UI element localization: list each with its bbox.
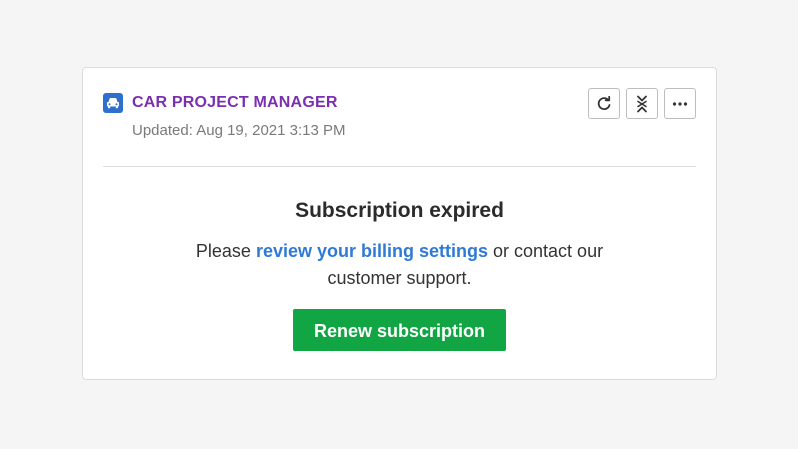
more-options-button[interactable] [664, 88, 696, 119]
app-title: CAR PROJECT MANAGER [132, 94, 338, 111]
widget-body: Subscription expired Please review your … [83, 198, 716, 351]
collapse-icon [637, 95, 647, 112]
billing-message: Please review your billing settings or c… [190, 238, 610, 292]
refresh-icon [597, 95, 611, 110]
message-prefix: Please [195, 241, 256, 261]
renew-subscription-button[interactable]: Renew subscription [293, 309, 506, 351]
collapse-button[interactable] [626, 88, 658, 119]
car-icon [103, 93, 123, 113]
widget-actions [588, 88, 696, 119]
updated-timestamp: Updated: Aug 19, 2021 3:13 PM [132, 122, 346, 139]
more-icon [672, 101, 688, 106]
header-divider [103, 166, 696, 167]
widget-header: CAR PROJECT MANAGER Updated: Aug 19, 202… [103, 88, 696, 148]
refresh-button[interactable] [588, 88, 620, 119]
subscription-widget-card: CAR PROJECT MANAGER Updated: Aug 19, 202… [82, 67, 717, 380]
subscription-expired-heading: Subscription expired [295, 199, 504, 222]
billing-settings-link[interactable]: review your billing settings [256, 241, 488, 261]
